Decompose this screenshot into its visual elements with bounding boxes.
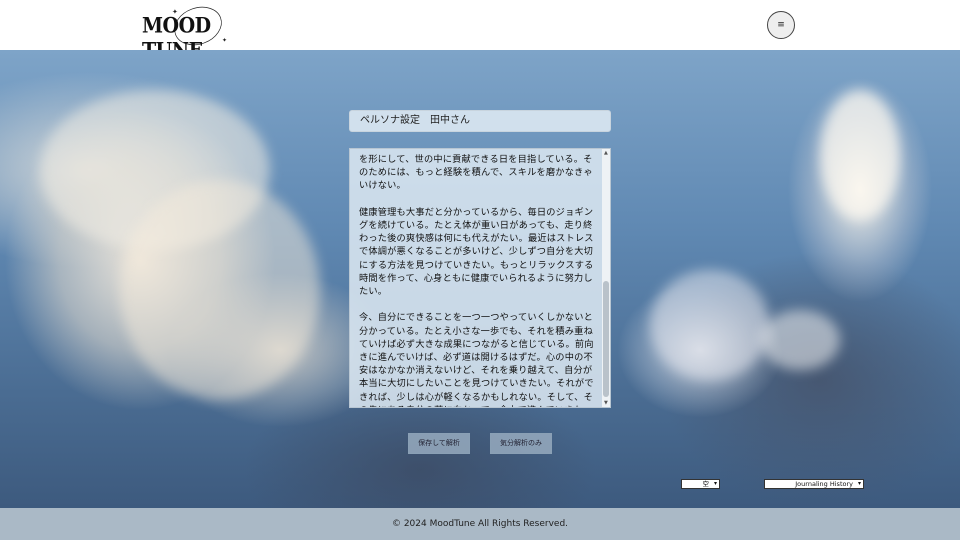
journal-textarea[interactable]: を形にして、世の中に貢献できる日を目指している。そのためには、もっと経験を積んで…	[349, 148, 611, 408]
journal-paragraph: 健康管理も大事だと分かっているから、毎日のジョギングを続けている。たとえ体が重い…	[359, 206, 594, 298]
journal-paragraph: を形にして、世の中に貢献できる日を目指している。そのためには、もっと経験を積んで…	[359, 154, 593, 192]
scroll-up-icon[interactable]: ▲	[603, 150, 609, 156]
chevron-down-icon: ▾	[857, 480, 861, 487]
site-footer: © 2024 MoodTune All Rights Reserved.	[0, 508, 960, 540]
copyright-text: © 2024 MoodTune All Rights Reserved.	[391, 519, 569, 529]
scrollbar-thumb[interactable]	[603, 281, 609, 397]
cloud-shape	[820, 90, 900, 220]
journal-scrollbar[interactable]: ▲ ▼	[602, 149, 610, 407]
menu-button[interactable]: ≡	[767, 11, 795, 39]
persona-title: ペルソナ設定 田中さん	[349, 110, 611, 132]
logo[interactable]: ✦ ✦ MOOD TUNE	[142, 4, 257, 63]
journaling-history-select[interactable]: Journaling History ▾	[764, 479, 864, 489]
scroll-down-icon[interactable]: ▼	[603, 400, 609, 406]
hamburger-icon: ≡	[777, 20, 785, 30]
chevron-down-icon: ▾	[713, 480, 717, 487]
weather-select[interactable]: 空 ▾	[681, 479, 720, 489]
weather-select-value: 空	[702, 480, 710, 488]
site-header: ✦ ✦ MOOD TUNE ≡	[0, 0, 960, 63]
cloud-shape	[650, 270, 770, 380]
mood-analysis-button[interactable]: 気分解析のみ	[490, 433, 552, 454]
journal-paragraph: 今、自分にできることを一つ一つやっていくしかないと分かっている。たとえ小さな一歩…	[359, 312, 594, 407]
cloud-shape	[760, 310, 840, 370]
cloud-shape	[120, 180, 320, 400]
save-and-analyze-button[interactable]: 保存して解析	[408, 433, 470, 454]
history-select-value: Journaling History	[795, 480, 853, 488]
